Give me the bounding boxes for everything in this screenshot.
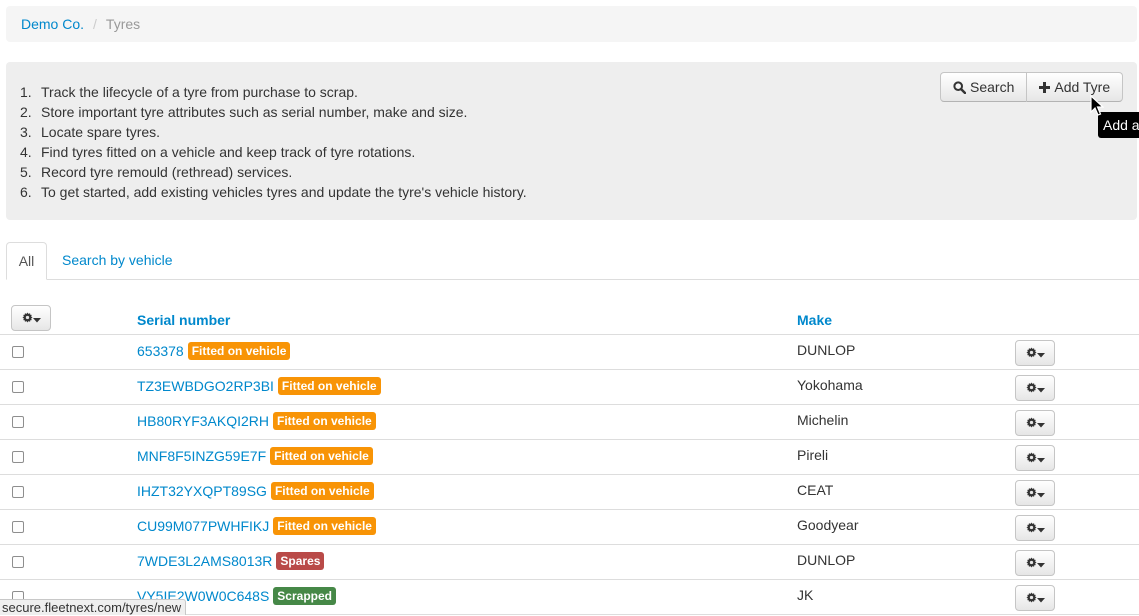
make-cell: Pireli: [797, 447, 829, 463]
column-header-serial[interactable]: Serial number: [137, 312, 230, 328]
serial-link[interactable]: 7WDE3L2AMS8013R: [137, 553, 272, 569]
tab-search-by-vehicle[interactable]: Search by vehicle: [62, 242, 173, 280]
intro-item: 1. Track the lifecycle of a tyre from pur…: [20, 84, 358, 100]
make-cell: CEAT: [797, 482, 834, 498]
row-checkbox[interactable]: [12, 556, 24, 568]
make-cell: DUNLOP: [797, 552, 856, 568]
serial-link[interactable]: 653378: [137, 343, 184, 359]
caret-down-icon: [1036, 380, 1045, 396]
row-checkbox[interactable]: [12, 381, 24, 393]
row-checkbox[interactable]: [12, 521, 24, 533]
row-actions-button[interactable]: [1015, 585, 1055, 611]
serial-link[interactable]: CU99M077PWHFIKJ: [137, 518, 269, 534]
caret-down-icon: [1036, 590, 1045, 606]
browser-status-url: secure.fleetnext.com/tyres/new: [0, 599, 187, 615]
serial-cell: CU99M077PWHFIKJ Fitted on vehicle: [137, 517, 376, 535]
breadcrumb-home-link[interactable]: Demo Co.: [21, 16, 84, 32]
make-cell: DUNLOP: [797, 342, 856, 358]
plus-icon: [1039, 81, 1051, 93]
serial-cell: IHZT32YXQPT89SG Fitted on vehicle: [137, 482, 374, 500]
status-badge: Spares: [276, 552, 325, 570]
make-cell: JK: [797, 587, 814, 603]
status-badge: Fitted on vehicle: [270, 482, 374, 500]
bulk-actions-button[interactable]: [11, 305, 51, 331]
make-cell: Michelin: [797, 412, 849, 428]
row-actions-button[interactable]: [1015, 375, 1055, 401]
status-badge: Scrapped: [273, 587, 336, 605]
caret-down-icon: [1036, 555, 1045, 571]
caret-down-icon: [1036, 415, 1045, 431]
serial-link[interactable]: HB80RYF3AKQI2RH: [137, 413, 269, 429]
caret-down-icon: [32, 310, 41, 326]
table-row: HB80RYF3AKQI2RH Fitted on vehicle Michelin: [0, 405, 1139, 440]
gear-icon: [1025, 450, 1037, 466]
serial-cell: 7WDE3L2AMS8013R Spares: [137, 552, 325, 570]
caret-down-icon: [1036, 345, 1045, 361]
search-button-label: Search: [970, 79, 1015, 95]
serial-cell: HB80RYF3AKQI2RH Fitted on vehicle: [137, 412, 376, 430]
row-actions-button[interactable]: [1015, 480, 1055, 506]
status-badge: Fitted on vehicle: [277, 377, 381, 395]
intro-item: 5. Record tyre remould (rethread) service…: [20, 164, 293, 180]
serial-link[interactable]: IHZT32YXQPT89SG: [137, 483, 267, 499]
gear-icon: [1025, 380, 1037, 396]
search-button[interactable]: Search: [940, 72, 1028, 102]
serial-link[interactable]: MNF8F5INZG59E7F: [137, 448, 266, 464]
breadcrumb-separator: /: [93, 16, 97, 32]
gear-icon: [1025, 415, 1037, 431]
caret-down-icon: [1036, 450, 1045, 466]
row-actions-button[interactable]: [1015, 445, 1055, 471]
make-cell: Goodyear: [797, 517, 859, 533]
row-checkbox[interactable]: [12, 346, 24, 358]
status-badge: Fitted on vehicle: [270, 447, 373, 465]
status-badge: Fitted on vehicle: [273, 412, 376, 430]
gear-icon: [1025, 520, 1037, 536]
gear-icon: [1025, 485, 1037, 501]
table-row: TZ3EWBDGO2RP3BI Fitted on vehicle Yokohama: [0, 370, 1139, 405]
tab-bar: All Search by vehicle: [6, 242, 1139, 280]
intro-list: 1. Track the lifecycle of a tyre from pur…: [20, 82, 527, 202]
make-cell: Yokohama: [797, 377, 863, 393]
row-checkbox[interactable]: [12, 486, 24, 498]
add-tyre-button-label: Add Tyre: [1054, 79, 1111, 95]
table-row: 7WDE3L2AMS8013R Spares DUNLOP: [0, 545, 1139, 580]
breadcrumb-current: Tyres: [105, 16, 141, 32]
caret-down-icon: [1036, 520, 1045, 536]
gear-icon: [1025, 590, 1037, 606]
status-badge: Fitted on vehicle: [187, 342, 291, 360]
column-header-make[interactable]: Make: [797, 312, 832, 328]
serial-cell: MNF8F5INZG59E7F Fitted on vehicle: [137, 447, 373, 465]
table-row: MNF8F5INZG59E7F Fitted on vehicle Pireli: [0, 440, 1139, 475]
intro-item: 2. Store important tyre attributes such a…: [20, 104, 468, 120]
table-row: IHZT32YXQPT89SG Fitted on vehicle CEAT: [0, 475, 1139, 510]
breadcrumb: Demo Co. / Tyres: [6, 6, 1137, 42]
gear-icon: [21, 310, 33, 326]
tab-all[interactable]: All: [6, 242, 47, 280]
search-icon: [953, 80, 966, 94]
serial-link[interactable]: TZ3EWBDGO2RP3BI: [137, 378, 274, 394]
intro-item: 6. To get started, add existing vehicles …: [20, 184, 527, 200]
add-tyre-tooltip: Add a: [1098, 112, 1139, 138]
gear-icon: [1025, 555, 1037, 571]
intro-item: 4. Find tyres fitted on a vehicle and kee…: [20, 144, 416, 160]
serial-cell: TZ3EWBDGO2RP3BI Fitted on vehicle: [137, 377, 381, 395]
caret-down-icon: [1036, 485, 1045, 501]
table-header: Serial number Make: [0, 300, 1139, 335]
row-checkbox[interactable]: [12, 416, 24, 428]
row-actions-button[interactable]: [1015, 515, 1055, 541]
serial-cell: 653378 Fitted on vehicle: [137, 342, 291, 360]
gear-icon: [1025, 345, 1037, 361]
table-row: CU99M077PWHFIKJ Fitted on vehicle Goodyear: [0, 510, 1139, 545]
mouse-cursor-icon: [1090, 94, 1105, 120]
table-row: 653378 Fitted on vehicle DUNLOP: [0, 335, 1139, 370]
row-actions-button[interactable]: [1015, 340, 1055, 366]
intro-item: 3. Locate spare tyres.: [20, 124, 161, 140]
row-actions-button[interactable]: [1015, 410, 1055, 436]
status-badge: Fitted on vehicle: [273, 517, 376, 535]
row-checkbox[interactable]: [12, 451, 24, 463]
add-tyre-button[interactable]: Add Tyre: [1027, 72, 1124, 102]
row-actions-button[interactable]: [1015, 550, 1055, 576]
